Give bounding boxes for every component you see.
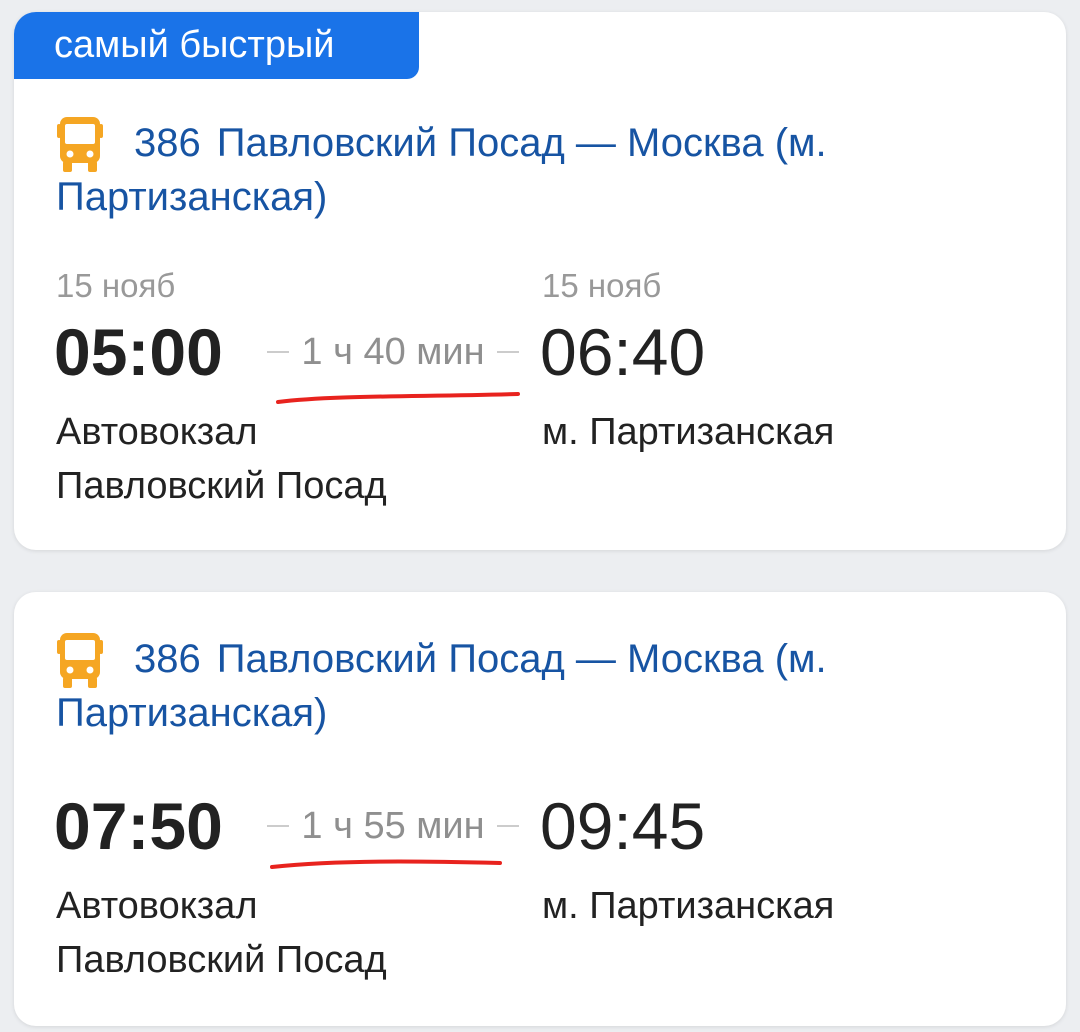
station-line: Автовокзал xyxy=(56,885,258,927)
duration-text: 1 ч 40 мин xyxy=(301,330,485,373)
departure-time: 07:50 xyxy=(54,789,223,863)
divider xyxy=(496,825,519,827)
departure-station: Автовокзал Павловский Посад xyxy=(56,879,387,987)
route-number: 386 xyxy=(134,121,201,165)
fastest-badge: самый быстрый xyxy=(14,12,419,79)
route-number: 386 xyxy=(134,637,201,681)
trip-card[interactable]: 386 Павловский Посад — Москва (м. Партиза… xyxy=(14,592,1066,1026)
duration-text: 1 ч 55 мин xyxy=(301,804,485,847)
divider xyxy=(267,351,290,353)
arrival-station: м. Партизанская xyxy=(542,885,835,927)
station-line: Павловский Посад xyxy=(56,939,387,981)
departure-date: 15 нояб xyxy=(56,267,176,304)
route-link[interactable]: 386 Павловский Посад — Москва (м. Партиза… xyxy=(56,116,986,224)
annotation-underline xyxy=(270,859,502,869)
trip-card[interactable]: самый быстрый 386 Павловский Посад — Моск… xyxy=(14,12,1066,550)
departure-time: 05:00 xyxy=(54,315,223,389)
arrival-time: 09:45 xyxy=(540,789,706,863)
divider xyxy=(267,825,290,827)
arrival-station: м. Партизанская xyxy=(542,411,835,453)
route-link[interactable]: 386 Павловский Посад — Москва (м. Партиза… xyxy=(56,632,986,740)
divider xyxy=(496,351,519,353)
arrival-date: 15 нояб xyxy=(542,267,662,304)
station-line: Автовокзал xyxy=(56,411,258,453)
departure-station: Автовокзал Павловский Посад xyxy=(56,405,387,513)
arrival-time: 06:40 xyxy=(540,315,706,389)
station-line: Павловский Посад xyxy=(56,465,387,507)
trip-duration: 1 ч 40 мин xyxy=(254,314,532,390)
